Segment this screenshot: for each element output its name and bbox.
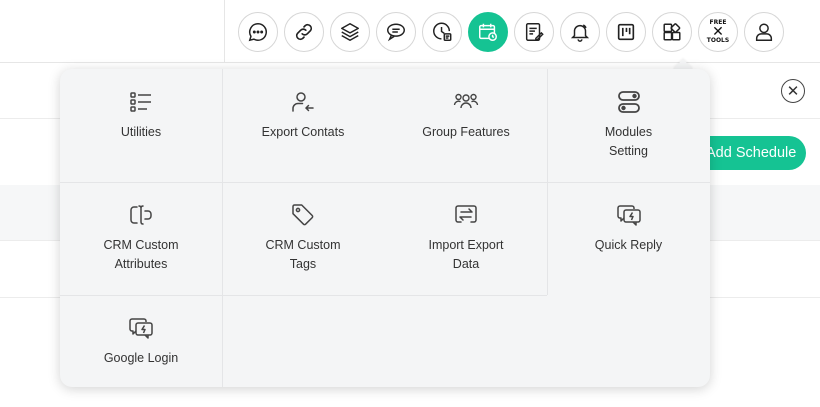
speech-button[interactable] xyxy=(376,12,416,52)
menu-item-modules-setting[interactable]: Modules Setting xyxy=(547,69,710,182)
icon-toolbar: FREE ✕ TOOLS xyxy=(238,12,784,52)
free-tools-button[interactable]: FREE ✕ TOOLS xyxy=(698,12,738,52)
note-edit-icon xyxy=(525,23,544,41)
menu-item-crm-custom-attributes[interactable]: CRM Custom Attributes xyxy=(60,182,222,295)
menu-item-label: Import Export Data xyxy=(428,238,504,271)
kanban-button[interactable] xyxy=(606,12,646,52)
menu-item-label: Group Features xyxy=(422,125,510,139)
transfer-icon xyxy=(455,205,477,223)
tools-menu-popover: Utilities Export Contats Group Features … xyxy=(60,69,710,387)
layers-button[interactable] xyxy=(330,12,370,52)
kanban-icon xyxy=(617,23,635,41)
quick-reply-icon xyxy=(616,205,641,226)
menu-item-quick-reply[interactable]: Quick Reply xyxy=(547,182,710,295)
menu-item-label: Export Contats xyxy=(261,125,345,139)
layers-icon xyxy=(341,23,359,41)
menu-item-crm-custom-tags[interactable]: CRM Custom Tags xyxy=(222,182,384,295)
menu-item-import-export-data[interactable]: Import Export Data xyxy=(385,182,547,295)
menu-item-utilities[interactable]: Utilities xyxy=(60,69,222,182)
menu-item-label: Google Login xyxy=(103,351,179,365)
calendar-clock-icon xyxy=(479,23,497,41)
user-icon xyxy=(755,23,773,41)
menu-item-export-contacts[interactable]: Export Contats xyxy=(222,69,384,182)
close-button[interactable]: ✕ xyxy=(781,79,805,103)
speech-bubble-icon xyxy=(387,23,405,42)
chat-icon xyxy=(248,23,267,42)
schedule-button[interactable] xyxy=(468,12,508,52)
widgets-icon xyxy=(663,23,681,41)
top-bar-divider xyxy=(224,0,225,62)
profile-button[interactable] xyxy=(744,12,784,52)
add-schedule-label: Add Schedule xyxy=(706,145,797,161)
list-icon xyxy=(130,92,151,112)
group-icon xyxy=(453,93,479,109)
clock-note-button[interactable] xyxy=(422,12,462,52)
menu-item-label: Utilities xyxy=(120,125,162,139)
menu-item-group-features[interactable]: Group Features xyxy=(385,69,547,182)
menu-item-label: Modules Setting xyxy=(604,125,653,158)
bell-icon xyxy=(570,24,590,42)
user-export-icon xyxy=(292,92,314,112)
chat-lightning-icon xyxy=(129,318,153,339)
chat-button[interactable] xyxy=(238,12,278,52)
link-button[interactable] xyxy=(284,12,324,52)
menu-item-google-login[interactable]: Google Login xyxy=(60,295,222,387)
link-icon xyxy=(295,23,313,41)
tag-icon xyxy=(292,204,314,226)
toggle-icon xyxy=(617,91,640,113)
widgets-button[interactable] xyxy=(652,12,692,52)
free-tools-bottom-text: TOOLS xyxy=(706,37,730,44)
menu-item-label: CRM Custom Tags xyxy=(265,238,341,271)
notes-button[interactable] xyxy=(514,12,554,52)
menu-item-label: CRM Custom Attributes xyxy=(103,238,179,271)
menu-item-label: Quick Reply xyxy=(594,238,663,252)
free-tools-icon: FREE ✕ TOOLS xyxy=(707,20,729,44)
clock-note-icon xyxy=(433,22,452,41)
close-icon: ✕ xyxy=(786,82,800,100)
text-cursor-icon xyxy=(130,205,152,225)
notifications-button[interactable] xyxy=(560,12,600,52)
